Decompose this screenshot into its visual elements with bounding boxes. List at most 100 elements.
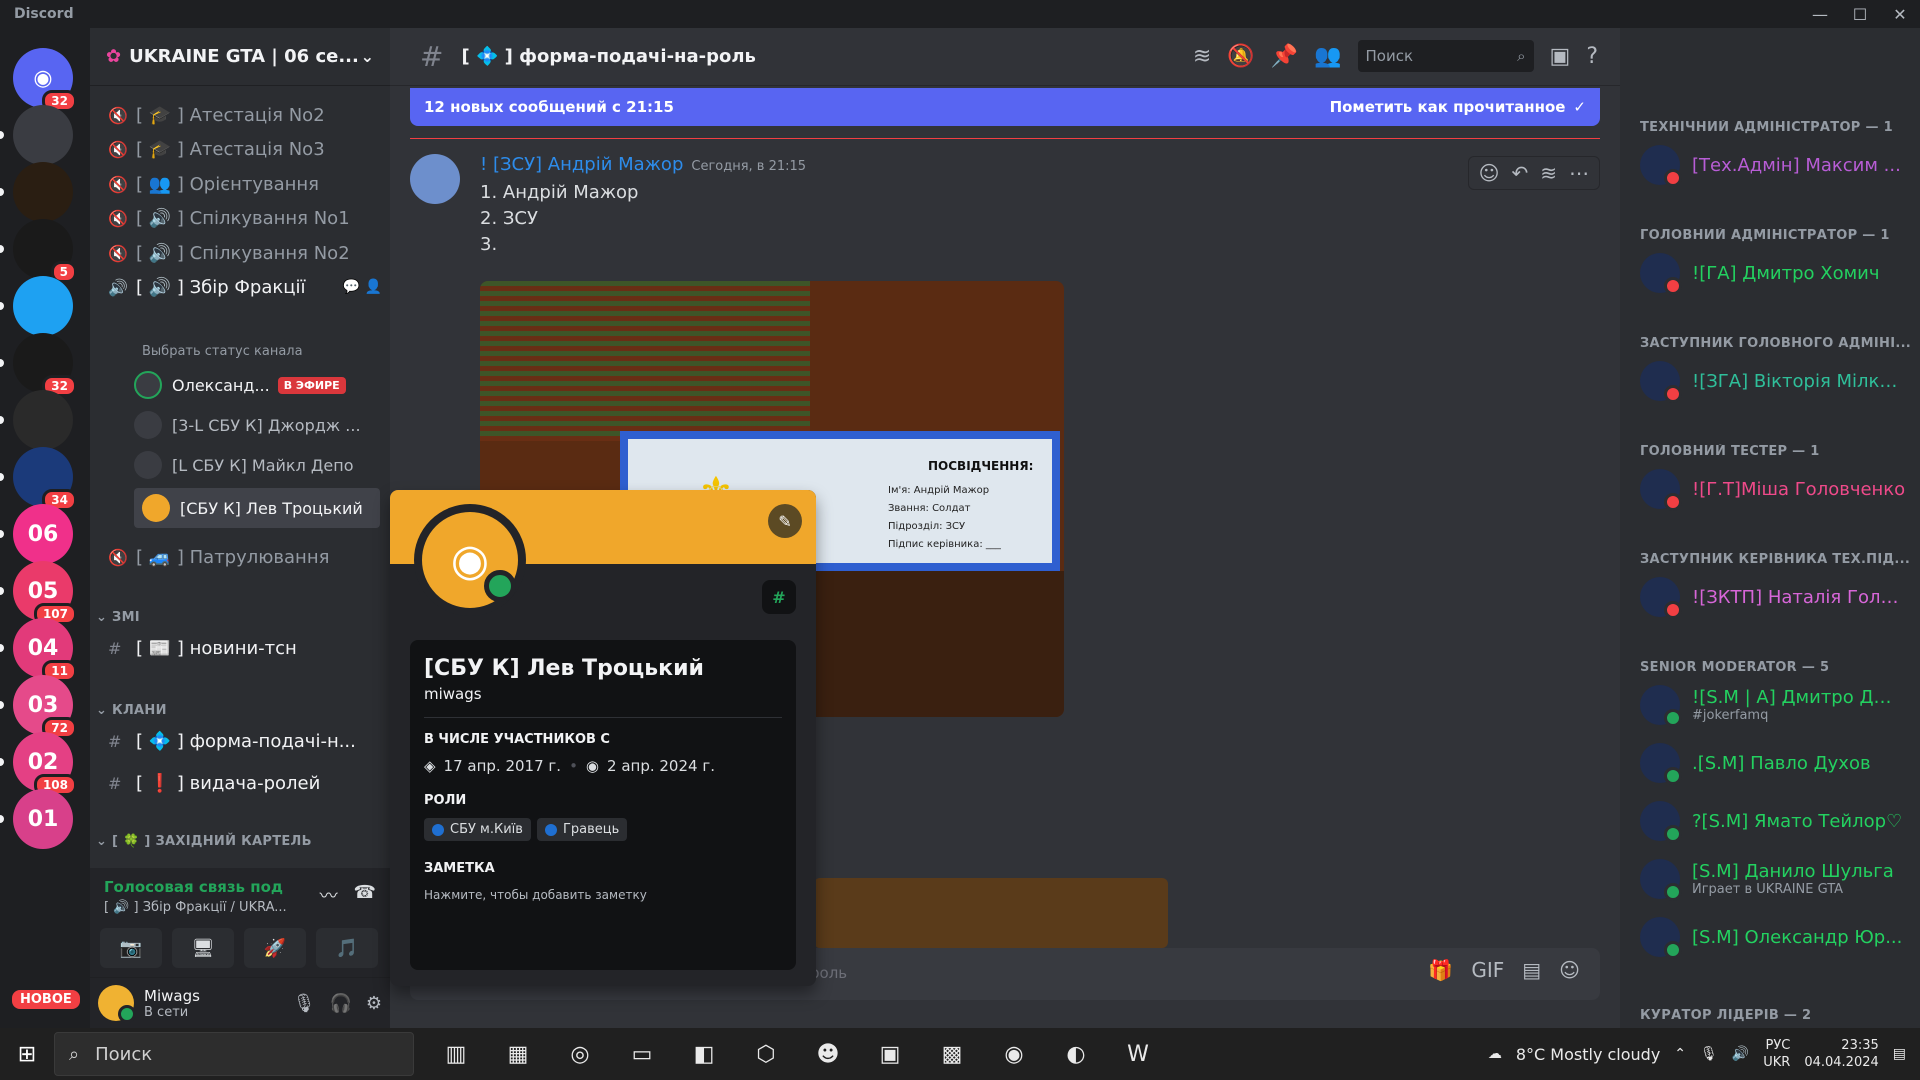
note-input[interactable]: Нажмите, чтобы добавить заметку <box>424 888 782 902</box>
volume-icon[interactable]: 🔊 <box>1732 1046 1749 1062</box>
member-list-icon[interactable]: 👥 <box>1314 44 1341 69</box>
voice-user[interactable]: [3-L СБУ К] Джордж ... <box>134 408 384 442</box>
chrome-icon[interactable]: ◎ <box>560 1034 600 1074</box>
avatar[interactable] <box>410 154 460 204</box>
windows-start-icon[interactable]: ⊞ <box>0 1028 54 1080</box>
noise-suppression-icon[interactable]: 〰 <box>320 882 338 908</box>
member-item[interactable]: ![ЗГА] Вікторія Мілко... <box>1640 356 1910 406</box>
screen-share-button[interactable]: 🖥 <box>172 928 234 968</box>
server-icon-discord-home[interactable]: ◉ 32 <box>13 48 77 112</box>
server-icon-ukraine-gta-03[interactable]: 03 72 <box>13 675 77 739</box>
activity-button[interactable]: 🚀 <box>244 928 306 968</box>
voice-channel-faction[interactable]: 🔊[ 🔊 ] Збір Фракції 💬 👤 <box>108 270 382 304</box>
member-item[interactable]: ![Г.Т]Міша Головченко <box>1640 464 1910 514</box>
category-cartel[interactable]: ⌄ [ 🍀 ] ЗАХІДНИЙ КАРТЕЛЬ <box>96 834 312 849</box>
text-channel-form[interactable]: #[ 💠 ] форма-подачі-н... <box>108 724 382 758</box>
file-explorer-icon[interactable]: ▭ <box>622 1034 662 1074</box>
robot-app-icon[interactable]: ☻ <box>808 1034 848 1074</box>
role-chip[interactable]: СБУ м.Київ <box>424 818 531 841</box>
intellij-icon[interactable]: ◧ <box>684 1034 724 1074</box>
clock[interactable]: 23:35 04.04.2024 <box>1804 1037 1878 1071</box>
voice-channel-attestation-2[interactable]: 🔇[ 🎓 ] Атестація No2 <box>108 98 382 132</box>
thread-icon[interactable]: ≋ <box>1540 161 1557 185</box>
member-item[interactable]: .[S.M] Павло Духов <box>1640 738 1910 788</box>
game-icon[interactable]: ▩ <box>932 1034 972 1074</box>
box-app-icon[interactable]: ⬡ <box>746 1034 786 1074</box>
new-messages-bar[interactable]: 12 новых сообщений с 21:15 Пометить как … <box>410 88 1600 126</box>
message-image-attachment[interactable] <box>814 878 1168 948</box>
chat-bubble-icon[interactable]: 💬 👤 <box>343 279 382 295</box>
emoji-icon[interactable]: ☺ <box>1559 958 1580 982</box>
voice-channel-talk-2[interactable]: 🔇[ 🔊 ] Спілкування No2 <box>108 236 382 270</box>
server-icon-ukraine-gta-01[interactable]: 01 <box>13 789 73 849</box>
server-icon-ukraine-gta-05[interactable]: 05 107 <box>13 561 77 625</box>
gif-icon[interactable]: GIF <box>1471 958 1504 982</box>
server-icon-ukraine-gta-06[interactable]: 06 <box>13 504 73 564</box>
add-reaction-icon[interactable]: ☺ <box>1479 161 1500 185</box>
headphones-icon[interactable]: 🎧 <box>329 993 351 1014</box>
text-channel-roles[interactable]: #[ ❗ ] видача-ролей <box>108 766 382 800</box>
hashtag-badge-icon[interactable]: # <box>762 580 796 614</box>
voice-connected-channel[interactable]: [ 🔊 ] Збір Фракції / UKRA... <box>104 900 287 915</box>
soundboard-button[interactable]: 🎵 <box>316 928 378 968</box>
close-button[interactable]: ✕ <box>1880 0 1920 28</box>
channel-status-hint[interactable]: Выбрать статус канала <box>142 344 303 359</box>
server-icon-police-emblem[interactable] <box>13 105 73 165</box>
minimize-button[interactable]: — <box>1800 0 1840 28</box>
member-item[interactable]: ![S.M | A] Дмитро Дж... #jokerfamq <box>1640 680 1910 730</box>
voice-user-selected[interactable]: [СБУ К] Лев Троцький <box>134 488 380 528</box>
game-launcher-icon[interactable]: ▣ <box>870 1034 910 1074</box>
profile-avatar[interactable]: ◉ <box>414 504 526 616</box>
server-icon-polytsiia[interactable] <box>13 162 73 222</box>
voice-channel-patrol[interactable]: 🔇[ 🚙 ] Патрулювання <box>108 540 382 574</box>
sticker-icon[interactable]: ▤ <box>1522 958 1541 982</box>
guild-header[interactable]: ✿ UKRAINE GTA | 06 се... ⌄ <box>90 28 390 86</box>
voice-connected-status[interactable]: Голосовая связь под <box>104 878 283 896</box>
server-icon-ddt[interactable]: 5 <box>13 219 77 283</box>
threads-icon[interactable]: ≋ <box>1193 44 1211 69</box>
weather-text[interactable]: 8°C Mostly cloudy <box>1516 1045 1660 1064</box>
more-icon[interactable]: ⋯ <box>1569 161 1589 185</box>
mark-as-read-button[interactable]: Пометить как прочитанное <box>1330 98 1566 116</box>
voice-user[interactable]: [L СБУ К] Майкл Депо <box>134 448 384 482</box>
member-item[interactable]: ![ЗКТП] Наталія Голо... <box>1640 572 1910 622</box>
microphone-icon[interactable]: 🎙 <box>293 993 316 1014</box>
language-indicator[interactable]: РУС UKR <box>1763 1037 1790 1071</box>
gift-icon[interactable]: 🎁 <box>1428 958 1453 982</box>
server-icon-ukraine-gta-02[interactable]: 02 108 <box>13 732 77 796</box>
member-item[interactable]: [S.M] Данило Шульга Играет в UKRAINE GTA <box>1640 854 1910 904</box>
camera-off-button[interactable]: 📷 <box>100 928 162 968</box>
pin-icon[interactable]: 📌 <box>1271 44 1298 69</box>
help-icon[interactable]: ? <box>1586 44 1598 69</box>
edit-profile-icon[interactable]: ✎ <box>768 504 802 538</box>
discord-taskbar-icon[interactable]: ◉ <box>994 1034 1034 1074</box>
taskbar-search[interactable]: ⌕ Поиск <box>54 1032 414 1076</box>
task-view-icon[interactable]: ▥ <box>436 1034 476 1074</box>
member-item[interactable]: [Тех.Адмін] Максим ... <box>1640 140 1910 190</box>
category-klany[interactable]: ⌄ КЛАНИ <box>96 703 167 718</box>
voice-user[interactable]: Олександ... В ЭФИРЕ <box>134 368 384 402</box>
disconnect-icon[interactable]: ☎ <box>354 882 376 908</box>
server-icon-game-server[interactable]: 34 <box>13 447 77 511</box>
avatar[interactable] <box>98 985 136 1023</box>
new-servers-badge[interactable]: НОВОЕ <box>12 990 80 1009</box>
gear-icon[interactable]: ⚙ <box>366 993 382 1014</box>
search-input[interactable]: Поиск ⌕ <box>1357 40 1534 72</box>
inbox-icon[interactable]: ▣ <box>1550 44 1571 69</box>
text-channel-news[interactable]: #[ 📰 ] новини-тсн <box>108 631 382 665</box>
microphone-icon[interactable]: 🎙 <box>1700 1046 1718 1062</box>
server-icon-hood-server[interactable] <box>13 390 73 450</box>
notifications-icon[interactable]: ▤ <box>1893 1046 1906 1062</box>
voice-channel-talk-1[interactable]: 🔇[ 🔊 ] Спілкування No1 <box>108 201 382 235</box>
voice-channel-orientation[interactable]: 🔇[ 👥 ] Орієнтування <box>108 167 382 201</box>
role-chip[interactable]: Гравець <box>536 818 628 841</box>
category-zmi[interactable]: ⌄ ЗМІ <box>96 610 140 625</box>
server-icon-ukraine-gta-04[interactable]: 04 11 <box>13 618 77 682</box>
notifications-muted-icon[interactable]: 🔕 <box>1227 44 1254 69</box>
maximize-button[interactable]: ☐ <box>1840 0 1880 28</box>
message-author[interactable]: ! [ЗСУ] Андрій Мажор <box>480 154 683 175</box>
paint-icon[interactable]: ◐ <box>1056 1034 1096 1074</box>
member-item[interactable]: [S.M] Олександр Юр... <box>1640 912 1910 962</box>
server-icon-blue-plane[interactable] <box>13 276 73 336</box>
calculator-icon[interactable]: ▦ <box>498 1034 538 1074</box>
